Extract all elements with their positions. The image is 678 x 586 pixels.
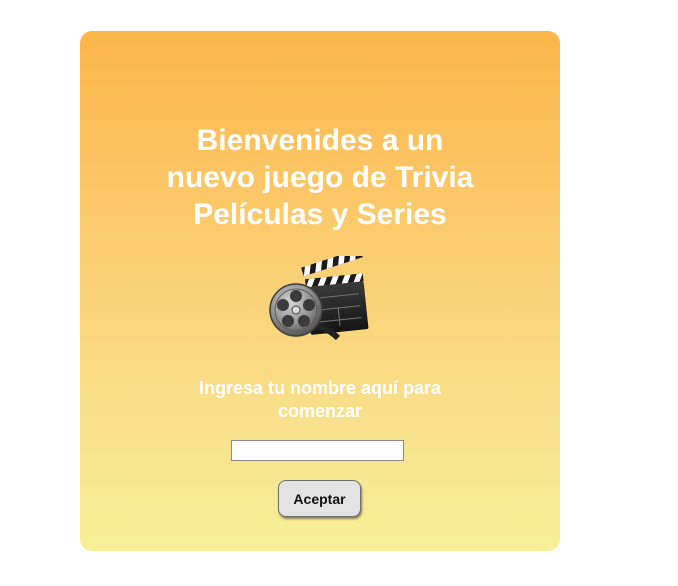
name-prompt: Ingresa tu nombre aquí para comenzar	[80, 377, 560, 423]
page-title: Bienvenides a un nuevo juego de Trivia P…	[80, 122, 560, 233]
name-input[interactable]	[231, 440, 404, 461]
prompt-line-2: comenzar	[277, 401, 363, 421]
title-line-2: nuevo juego de Trivia	[166, 161, 474, 194]
film-reel-clapperboard-icon	[268, 248, 372, 344]
title-line-3: Películas y Series	[193, 198, 447, 231]
welcome-card: Bienvenides a un nuevo juego de Trivia P…	[80, 31, 560, 551]
prompt-line-1: Ingresa tu nombre aquí para	[198, 378, 442, 398]
accept-button[interactable]: Aceptar	[278, 480, 361, 517]
title-line-1: Bienvenides a un	[196, 124, 444, 157]
